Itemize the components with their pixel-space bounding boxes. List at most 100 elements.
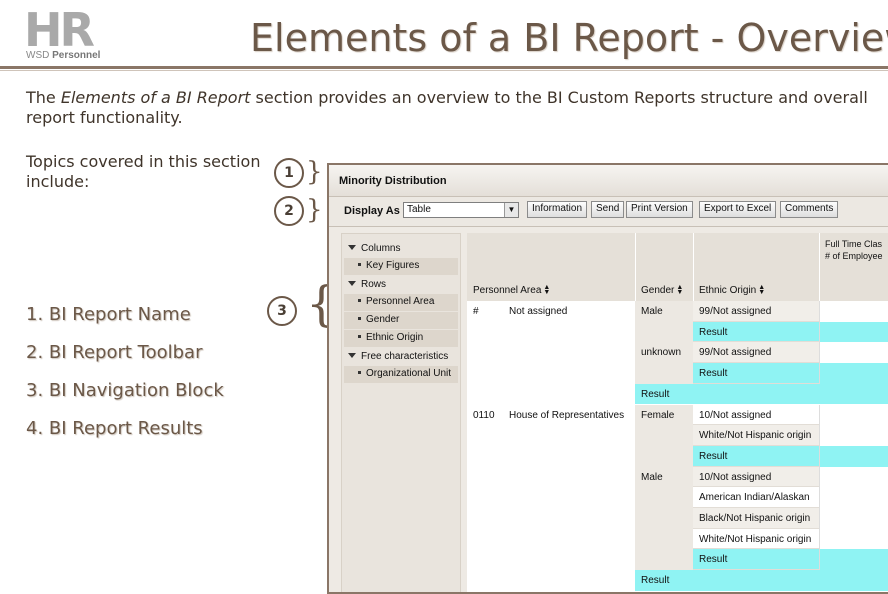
logo-sub-prefix: WSD xyxy=(26,50,53,61)
header-label: Gender xyxy=(641,285,675,296)
send-button[interactable]: Send xyxy=(591,201,625,218)
callout-2: 2 xyxy=(274,196,304,226)
expand-triangle-icon[interactable] xyxy=(348,281,356,286)
nav-item-key-figures[interactable]: Key Figures xyxy=(344,258,458,275)
value-cell-bg xyxy=(819,466,888,488)
gender-cell: Male xyxy=(641,471,663,483)
origin-result-cell: Result xyxy=(699,368,728,380)
bullet-icon xyxy=(358,263,361,266)
key-figure-header: Full Time Clas xyxy=(825,239,883,249)
callout-1: 1 xyxy=(274,158,304,188)
report-name: Minority Distribution xyxy=(329,165,888,197)
intro-emphasis: Elements of a BI Report xyxy=(60,88,251,107)
gender-cell-bg xyxy=(635,508,693,529)
callout-1-brace: } xyxy=(306,157,323,187)
topic-item: 1. BI Report Name xyxy=(26,304,191,325)
gender-result-cell: Result xyxy=(641,388,670,400)
gender-cell-bg xyxy=(635,487,693,508)
gender-cell-bg xyxy=(635,425,693,446)
origin-cell: 99/Not assigned xyxy=(699,347,772,359)
value-cell-bg xyxy=(819,342,888,364)
intro-paragraph: The Elements of a BI Report section prov… xyxy=(26,88,876,128)
logo-letters: HR xyxy=(24,3,95,57)
value-cell-bg xyxy=(819,549,888,571)
gender-cell: Male xyxy=(641,306,663,317)
display-as-select[interactable]: Table ▼ xyxy=(403,202,519,218)
sort-icon[interactable]: ▲ ▼ xyxy=(758,284,765,296)
export-to-excel-button[interactable]: Export to Excel xyxy=(699,201,777,218)
title-divider xyxy=(0,66,888,69)
nav-item-personnel-area[interactable]: Personnel Area xyxy=(344,294,458,311)
header-gender[interactable]: Gender ▲ ▼ xyxy=(641,284,683,296)
sort-icon[interactable]: ▲ ▼ xyxy=(543,284,550,296)
gender-cell-bg xyxy=(635,528,693,550)
result-row-bg xyxy=(635,383,888,405)
header-ethnic-origin[interactable]: Ethnic Origin ▲ ▼ xyxy=(699,284,765,296)
origin-cell: American Indian/Alaskan xyxy=(699,492,810,504)
value-cell-bg xyxy=(819,487,888,508)
slide-title: Elements of a BI Report - Overview xyxy=(250,16,888,60)
column-separator xyxy=(635,233,636,301)
callout-2-brace: } xyxy=(306,195,323,225)
nav-rows[interactable]: Rows xyxy=(342,279,386,290)
column-separator xyxy=(819,233,820,301)
expand-triangle-icon[interactable] xyxy=(348,245,356,250)
value-cell-bg xyxy=(819,445,888,467)
topic-item: 3. BI Navigation Block xyxy=(26,380,224,401)
nav-free-label: Free characteristics xyxy=(361,351,449,362)
chevron-down-icon[interactable]: ▼ xyxy=(504,203,518,217)
topic-item: 2. BI Report Toolbar xyxy=(26,342,203,363)
information-button[interactable]: Information xyxy=(527,201,588,218)
nav-free-characteristics[interactable]: Free characteristics xyxy=(342,351,448,362)
value-cell-bg xyxy=(819,404,888,426)
nav-item-organizational-unit[interactable]: Organizational Unit xyxy=(344,366,458,383)
origin-cell: White/Not Hispanic origin xyxy=(699,430,812,442)
sort-icon[interactable]: ▲ ▼ xyxy=(676,284,683,296)
nav-rows-label: Rows xyxy=(361,279,387,290)
nav-item-gender[interactable]: Gender xyxy=(344,312,458,329)
area-code-cell: 0110 xyxy=(473,409,495,421)
origin-result-cell: Result xyxy=(699,326,728,338)
value-cell-bg xyxy=(819,528,888,550)
nav-columns-label: Columns xyxy=(361,243,401,254)
origin-cell: 99/Not assigned xyxy=(699,306,772,317)
value-cell-bg xyxy=(819,425,888,446)
nav-columns[interactable]: Columns xyxy=(342,243,400,254)
logo-sub-bold: Personnel xyxy=(52,50,101,61)
comments-button[interactable]: Comments xyxy=(780,201,839,218)
navigation-block: Columns Key Figures Rows Personnel Area … xyxy=(341,233,461,592)
bullet-icon xyxy=(358,335,361,338)
gender-result-cell: Result xyxy=(641,575,670,587)
nav-item-ethnic-origin[interactable]: Ethnic Origin xyxy=(344,330,458,347)
print-version-button[interactable]: Print Version xyxy=(626,201,693,218)
display-as-value: Table xyxy=(407,204,431,215)
area-code-cell: # xyxy=(473,306,479,317)
value-cell-bg xyxy=(819,363,888,384)
bullet-icon xyxy=(358,299,361,302)
bullet-icon xyxy=(358,371,361,374)
gender-cell-bg xyxy=(635,321,693,343)
report-results: Full Time Clas # of Employee Personnel A… xyxy=(467,233,888,592)
key-figure-subheader: # of Employee xyxy=(825,251,883,261)
header-personnel-area[interactable]: Personnel Area ▲ ▼ xyxy=(473,284,550,296)
expand-triangle-icon[interactable] xyxy=(348,353,356,358)
origin-cell: Black/Not Hispanic origin xyxy=(699,513,811,524)
value-cell-bg xyxy=(819,321,888,343)
origin-cell: 10/Not assigned xyxy=(699,471,772,483)
gender-cell: Female xyxy=(641,409,675,421)
topics-intro: Topics covered in this section include: xyxy=(26,152,261,191)
gender-cell: unknown xyxy=(641,347,682,359)
area-name-cell: Not assigned xyxy=(509,306,568,317)
topic-item: 4. BI Report Results xyxy=(26,418,203,439)
origin-cell: White/Not Hispanic origin xyxy=(699,533,812,545)
header-label: Personnel Area xyxy=(473,285,542,296)
header-label: Ethnic Origin xyxy=(699,285,757,296)
logo-subtitle: WSD Personnel xyxy=(26,50,100,61)
report-toolbar: Display As Table ▼ Information Send Prin… xyxy=(329,197,888,227)
intro-before: The xyxy=(26,88,61,107)
gender-cell-bg xyxy=(635,363,693,384)
origin-result-cell: Result xyxy=(699,554,728,566)
nav-item-label: Organizational Unit xyxy=(366,368,452,379)
area-column-bg xyxy=(467,301,635,592)
value-cell-bg xyxy=(819,508,888,529)
